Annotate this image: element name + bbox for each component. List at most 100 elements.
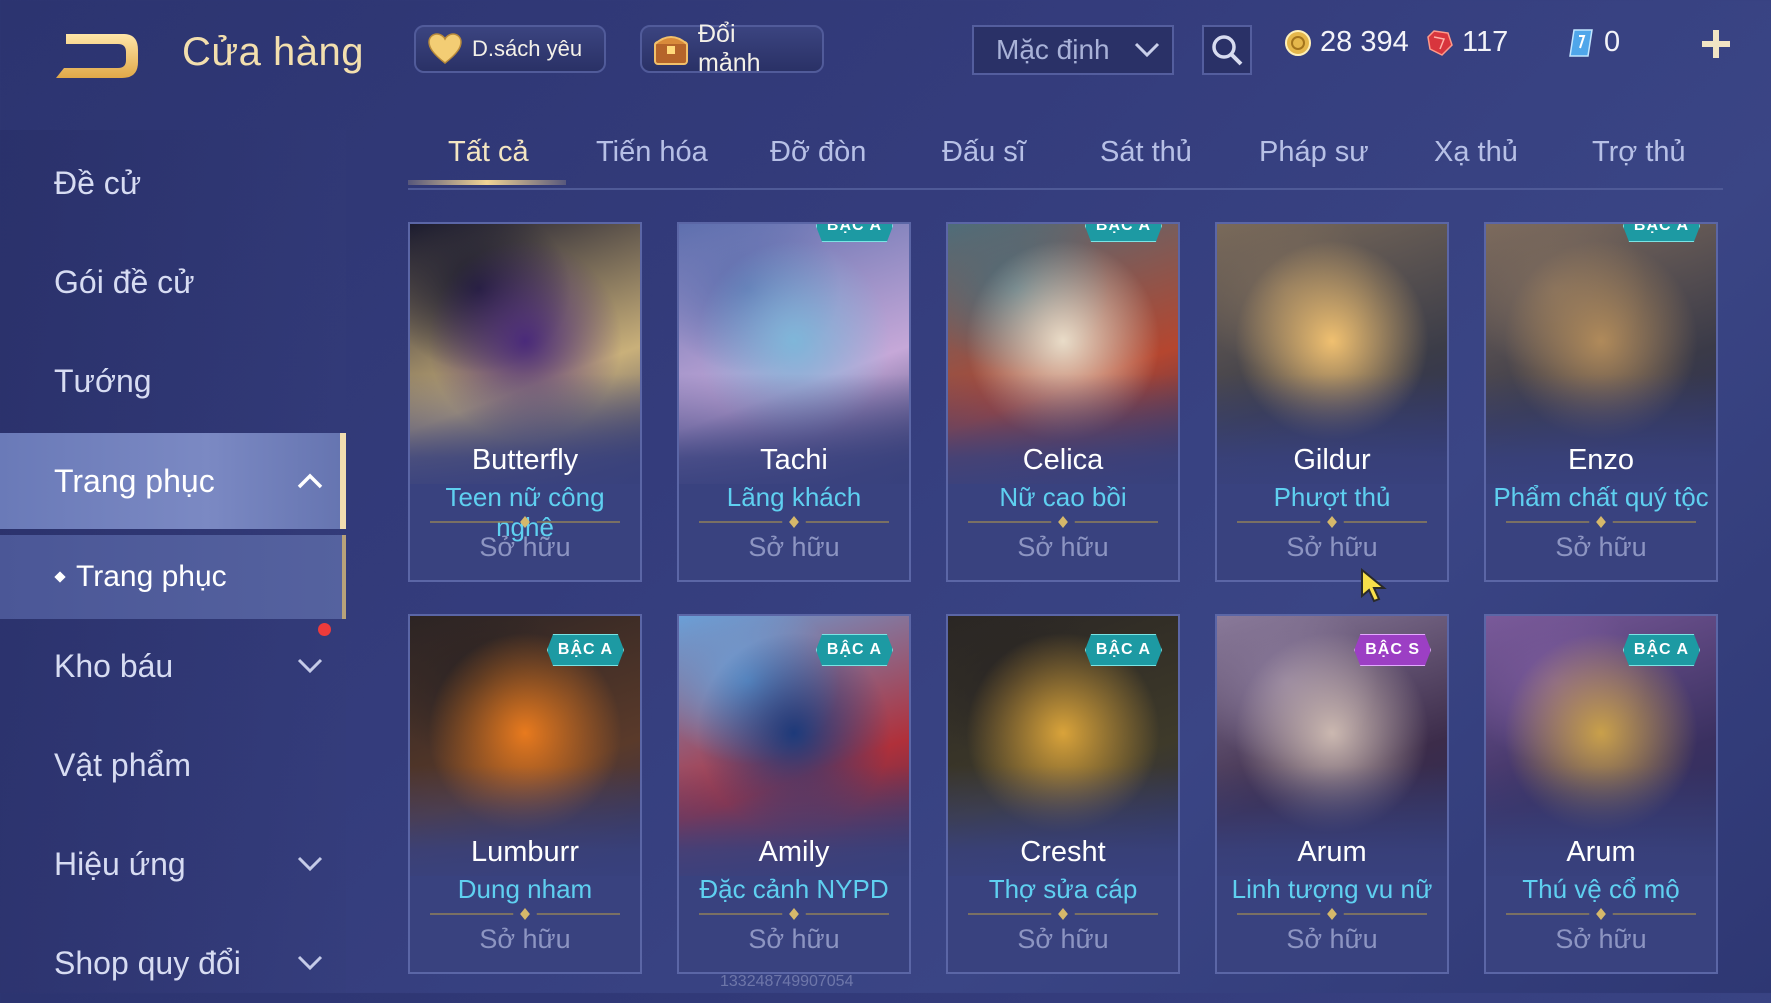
skin-card[interactable]: BẬC A Amily Đặc cảnh NYPD Sở hữu bbox=[677, 614, 911, 974]
fragment-exchange-label: Đổi mảnh bbox=[698, 20, 761, 77]
sidebar-item-treasure[interactable]: Kho báu bbox=[0, 626, 346, 706]
skin-name: Phẩm chất quý tộc bbox=[1493, 482, 1709, 512]
tier-badge: BẬC A bbox=[815, 634, 893, 666]
add-currency-button[interactable] bbox=[1696, 22, 1736, 72]
heart-icon bbox=[426, 30, 464, 68]
sidebar-item-label: Kho báu bbox=[54, 647, 174, 684]
sidebar-item-bundles[interactable]: Gói đề cử bbox=[0, 242, 346, 322]
skin-card[interactable]: Gildur Phượt thủ Sở hữu bbox=[1215, 222, 1449, 582]
sidebar-item-label: Gói đề cử bbox=[54, 263, 195, 300]
ruby-amount: 117 bbox=[1462, 26, 1509, 58]
skin-name: Thợ sửa cáp bbox=[988, 874, 1138, 904]
ornament-divider-icon bbox=[1237, 516, 1427, 528]
sidebar-subitem-skins[interactable]: Trang phục bbox=[0, 535, 346, 619]
tier-badge: BẬC A bbox=[1084, 634, 1162, 666]
chevron-up-icon bbox=[297, 473, 323, 489]
active-tab-indicator bbox=[408, 180, 566, 185]
owned-status: Sở hữu bbox=[1017, 532, 1109, 562]
gold-amount: 28 394 bbox=[1320, 26, 1409, 58]
tab-mage[interactable]: Pháp sư bbox=[1259, 136, 1369, 169]
gem-amount: 0 bbox=[1604, 26, 1621, 58]
sidebar-item-label: Shop quy đổi bbox=[54, 944, 241, 981]
sidebar-item-effects[interactable]: Hiệu ứng bbox=[0, 824, 346, 904]
watermark: 133248749907054 bbox=[720, 973, 854, 990]
ruby-currency: 117 bbox=[1426, 26, 1508, 59]
sidebar-item-items[interactable]: Vật phẩm bbox=[0, 725, 346, 805]
tab-evolution[interactable]: Tiến hóa bbox=[596, 136, 708, 169]
sidebar-item-label: Tướng bbox=[54, 362, 152, 399]
tier-badge: BẬC A bbox=[1622, 224, 1700, 242]
ornament-divider-icon bbox=[1506, 908, 1696, 920]
skin-card[interactable]: BẬC A Celica Nữ cao bồi Sở hữu bbox=[946, 222, 1180, 582]
tab-fighter[interactable]: Đấu sĩ bbox=[942, 136, 1026, 169]
owned-status: Sở hữu bbox=[1286, 532, 1378, 562]
hero-name: Cresht bbox=[1020, 836, 1106, 868]
sort-dropdown[interactable]: Mặc định bbox=[972, 25, 1174, 75]
skin-card[interactable]: BẬC A Tachi Lãng khách Sở hữu bbox=[677, 222, 911, 582]
owned-status: Sở hữu bbox=[479, 532, 571, 562]
skin-card[interactable]: BẬC A Enzo Phẩm chất quý tộc Sở hữu bbox=[1484, 222, 1718, 582]
owned-status: Sở hữu bbox=[748, 924, 840, 954]
skin-card[interactable]: BẬC A Arum Thú vệ cổ mộ Sở hữu bbox=[1484, 614, 1718, 974]
gold-coin-icon bbox=[1285, 29, 1311, 56]
owned-status: Sở hữu bbox=[1555, 532, 1647, 562]
favorites-label: D.sách yêu bbox=[472, 36, 583, 61]
role-tabs: Tất cả Tiến hóa Đỡ đòn Đấu sĩ Sát thủ Ph… bbox=[408, 120, 1723, 190]
owned-status: Sở hữu bbox=[479, 924, 571, 954]
ornament-divider-icon bbox=[968, 516, 1158, 528]
skin-grid: ButterflyTeen nữ công nghệSở hữu BẬC A Tac… bbox=[408, 222, 1723, 993]
ornament-divider-icon bbox=[699, 908, 889, 920]
tier-badge: BẬC A bbox=[815, 224, 893, 242]
tab-all[interactable]: Tất cả bbox=[448, 136, 529, 169]
tier-badge: BẬC A bbox=[1084, 224, 1162, 242]
hero-name: Arum bbox=[1297, 836, 1367, 868]
sidebar-item-exchange-shop[interactable]: Shop quy đổi bbox=[0, 923, 346, 1003]
mouse-cursor-icon bbox=[1361, 568, 1387, 603]
top-bar: Cửa hàng D.sách yêu Đổi mảnh Mặc định 28… bbox=[0, 0, 1771, 100]
sidebar-item-label: Hiệu ứng bbox=[54, 845, 186, 882]
skin-card[interactable]: BẬC S Arum Linh tượng vu nữ Sở hữu bbox=[1215, 614, 1449, 974]
fragment-exchange-button[interactable]: Đổi mảnh bbox=[640, 20, 824, 77]
tier-badge: BẬC S bbox=[1354, 634, 1431, 666]
sidebar-item-skins[interactable]: Trang phục bbox=[0, 433, 346, 529]
sidebar-subitem-label: Trang phục bbox=[76, 560, 227, 593]
hero-name: Butterfly bbox=[471, 444, 579, 476]
ornament-divider-icon bbox=[968, 908, 1158, 920]
tab-support[interactable]: Trợ thủ bbox=[1592, 136, 1686, 169]
owned-status: Sở hữu bbox=[1286, 924, 1378, 954]
tab-marksman[interactable]: Xạ thủ bbox=[1434, 136, 1518, 169]
hero-name: Lumburr bbox=[471, 836, 579, 868]
search-icon bbox=[1212, 35, 1243, 66]
skin-name: Dung nham bbox=[457, 874, 593, 904]
favorites-button[interactable]: D.sách yêu bbox=[414, 25, 606, 73]
skin-name: Phượt thủ bbox=[1273, 482, 1391, 512]
skin-card[interactable]: ButterflyTeen nữ công nghệSở hữu bbox=[408, 222, 642, 582]
sort-value: Mặc định bbox=[996, 34, 1110, 65]
sidebar-item-label: Vật phẩm bbox=[54, 746, 191, 783]
skin-card[interactable]: BẬC A Lumburr Dung nham Sở hữu bbox=[408, 614, 642, 974]
search-button[interactable] bbox=[1202, 25, 1252, 75]
diamond-bullet-icon bbox=[54, 571, 66, 583]
hero-name: Celica bbox=[1022, 444, 1104, 476]
owned-status: Sở hữu bbox=[1555, 924, 1647, 954]
hero-name: Gildur bbox=[1293, 444, 1371, 476]
sidebar-item-label: Đề cử bbox=[54, 164, 142, 201]
hero-name: Tachi bbox=[760, 444, 828, 476]
back-arrow-icon[interactable] bbox=[52, 28, 144, 84]
ornament-divider-icon bbox=[1506, 516, 1696, 528]
hero-name: Arum bbox=[1566, 836, 1636, 868]
tab-tank[interactable]: Đỡ đòn bbox=[770, 136, 866, 169]
sidebar-item-label: Trang phục bbox=[54, 462, 215, 499]
skin-name: Đặc cảnh NYPD bbox=[699, 874, 889, 904]
skin-card[interactable]: BẬC A Cresht Thợ sửa cáp Sở hữu bbox=[946, 614, 1180, 974]
ornament-divider-icon bbox=[1237, 908, 1427, 920]
ornament-divider-icon bbox=[430, 908, 620, 920]
skin-name: Thú vệ cổ mộ bbox=[1522, 874, 1680, 904]
tab-assassin[interactable]: Sát thủ bbox=[1100, 136, 1192, 169]
ornament-divider-icon bbox=[699, 516, 889, 528]
treasure-chest-icon bbox=[652, 30, 690, 68]
sidebar-item-recommended[interactable]: Đề cử bbox=[0, 143, 346, 223]
sidebar-item-heroes[interactable]: Tướng bbox=[0, 341, 346, 421]
ruby-icon bbox=[1427, 29, 1453, 56]
hero-name: Enzo bbox=[1567, 444, 1635, 476]
